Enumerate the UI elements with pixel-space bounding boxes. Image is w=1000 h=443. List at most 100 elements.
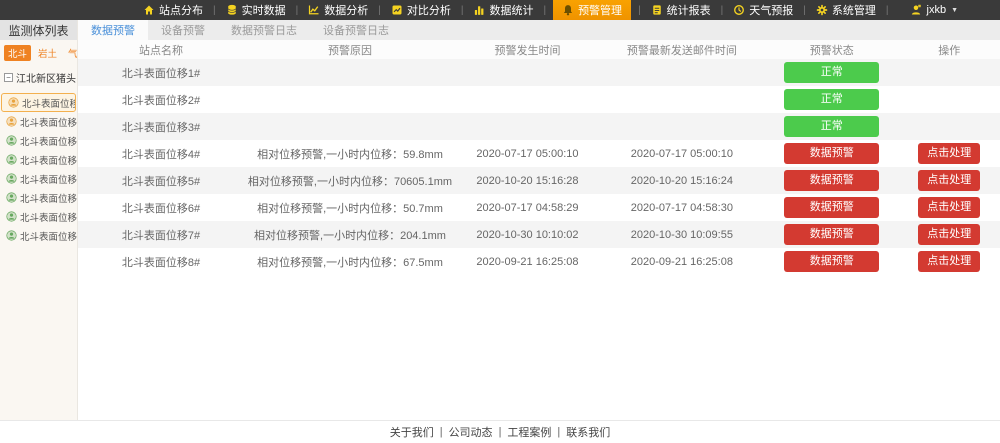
handle-alert-button[interactable]: 点击处理 [918,197,980,218]
alert-time-cell: 2020-07-17 04:58:29 [456,202,599,214]
table-row: 北斗表面位移3# 正常 [78,113,1000,140]
nav-item-label: 数据分析 [324,2,368,18]
table-row: 北斗表面位移4#相对位移预警,一小时内位移：59.8mm2020-07-17 0… [78,140,1000,167]
monitor-badge-icon [6,154,17,165]
monitor-item-label: 北斗表面位移4# [20,153,77,167]
sidebar-tab-geotech[interactable]: 岩土 [34,45,61,61]
tree-root-node[interactable]: − 江北新区猪头山... [0,64,77,90]
handle-alert-button[interactable]: 点击处理 [918,143,980,164]
action-cell: 点击处理 [899,224,1000,245]
status-alert-button[interactable]: 数据预警 [784,224,879,245]
bar-chart-icon [473,4,485,16]
monitor-item[interactable]: 北斗表面位移6# [0,188,77,207]
table-row: 北斗表面位移5#相对位移预警,一小时内位移：70605.1mm2020-10-2… [78,167,1000,194]
monitor-item[interactable]: 北斗表面位移1# [1,93,76,112]
alert-reason-cell: 相对位移预警,一小时内位移：59.8mm [244,146,456,162]
footer-link-2[interactable]: 工程案例 [505,424,553,440]
table-row: 北斗表面位移6#相对位移预警,一小时内位移：50.7mm2020-07-17 0… [78,194,1000,221]
nav-item-alarm-bell[interactable]: 预警管理 [553,0,631,20]
tab-3[interactable]: 设备预警日志 [310,20,402,40]
nav-item-gear[interactable]: 系统管理 [813,0,879,20]
alert-time-cell: 2020-10-20 15:16:28 [456,175,599,187]
status-normal-button[interactable]: 正常 [784,89,879,110]
status-cell: 正常 [765,89,899,110]
footer-link-3[interactable]: 联系我们 [564,424,612,440]
footer-link-0[interactable]: 关于我们 [388,424,436,440]
nav-item-label: 实时数据 [242,2,286,18]
monitor-item[interactable]: 北斗表面位移4# [0,150,77,169]
action-cell: 点击处理 [899,197,1000,218]
alert-reason-cell: 相对位移预警,一小时内位移：67.5mm [244,254,456,270]
gear-icon [816,4,828,16]
user-icon [910,4,922,16]
site-name-cell: 北斗表面位移7# [78,227,244,243]
monitor-item-label: 北斗表面位移2# [20,115,77,129]
nav-separator: | [803,5,806,16]
alarm-bell-icon [562,4,574,16]
nav-separator: | [543,5,546,16]
handle-alert-button[interactable]: 点击处理 [918,170,980,191]
footer-separator: | [499,426,502,438]
user-icon [910,4,922,16]
nav-separator: | [638,5,641,16]
collapse-icon[interactable]: − [4,73,13,82]
home-icon [143,4,155,16]
sidebar-tab-beidou[interactable]: 北斗 [4,45,31,61]
footer-link-1[interactable]: 公司动态 [447,424,495,440]
monitor-item[interactable]: 北斗表面位移7# [0,207,77,226]
line-chart-icon [308,4,320,16]
email-time-cell: 2020-10-20 15:16:24 [599,175,765,187]
site-name-cell: 北斗表面位移3# [78,119,244,135]
tab-2[interactable]: 数据预警日志 [218,20,310,40]
table-row: 北斗表面位移2#正常 [78,86,1000,113]
footer-separator: | [557,426,560,438]
nav-item-label: 数据统计 [489,2,533,18]
status-alert-button[interactable]: 数据预警 [784,251,879,272]
nav-separator: | [378,5,381,16]
column-header: 站点名称 [78,42,244,58]
table-row: 北斗表面位移1# 正常 [78,59,1000,86]
monitor-item[interactable]: 北斗表面位移8# [0,226,77,245]
top-navbar: 站点分布|实时数据|数据分析|对比分析|数据统计|预警管理|统计报表|天气预报|… [0,0,1000,20]
status-cell: 数据预警 [765,197,899,218]
email-time-cell: 2020-07-17 05:00:10 [599,148,765,160]
nav-item-home[interactable]: 站点分布 [140,0,206,20]
report-icon [651,4,663,16]
monitor-item-label: 北斗表面位移5# [20,172,77,186]
status-normal-button[interactable]: 正常 [784,62,879,83]
email-time-cell: 2020-09-21 16:25:08 [599,256,765,268]
table-body: 北斗表面位移1#正常北斗表面位移2#正常北斗表面位移3#正常北斗表面位移4#相对… [78,59,1000,275]
status-normal-button[interactable]: 正常 [784,116,879,137]
handle-alert-button[interactable]: 点击处理 [918,224,980,245]
weather-icon [733,4,745,16]
nav-item-weather[interactable]: 天气预报 [730,0,796,20]
site-name-cell: 北斗表面位移1# [78,65,244,81]
tab-1[interactable]: 设备预警 [148,20,218,40]
user-menu[interactable]: jxkb ▼ [910,4,959,16]
sidebar-tab-weather[interactable]: 气象 [64,45,78,61]
compare-chart-icon [391,4,403,16]
monitor-item[interactable]: 北斗表面位移2# [0,112,77,131]
status-cell: 数据预警 [765,170,899,191]
nav-item-database[interactable]: 实时数据 [223,0,289,20]
monitor-item[interactable]: 北斗表面位移3# [0,131,77,150]
nav-item-line-chart[interactable]: 数据分析 [305,0,371,20]
nav-item-label: 系统管理 [832,2,876,18]
status-cell: 数据预警 [765,143,899,164]
table-row: 北斗表面位移8#相对位移预警,一小时内位移：67.5mm2020-09-21 1… [78,248,1000,275]
status-alert-button[interactable]: 数据预警 [784,143,879,164]
database-icon [226,4,238,16]
monitor-item[interactable]: 北斗表面位移5# [0,169,77,188]
nav-item-bar-chart[interactable]: 数据统计 [470,0,536,20]
monitor-badge-icon [6,211,17,222]
nav-item-label: 站点分布 [159,2,203,18]
status-alert-button[interactable]: 数据预警 [784,197,879,218]
alert-time-cell: 2020-07-17 05:00:10 [456,148,599,160]
handle-alert-button[interactable]: 点击处理 [918,251,980,272]
status-alert-button[interactable]: 数据预警 [784,170,879,191]
nav-item-compare-chart[interactable]: 对比分析 [388,0,454,20]
tab-0[interactable]: 数据预警 [78,20,148,40]
monitor-badge-icon [6,230,17,241]
alert-time-cell: 2020-10-30 10:10:02 [456,229,599,241]
nav-item-report[interactable]: 统计报表 [648,0,714,20]
